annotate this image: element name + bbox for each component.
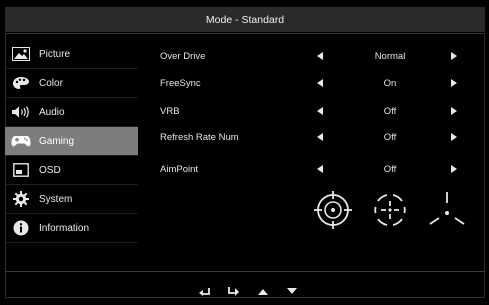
crosshair-tri-icon[interactable] — [427, 190, 467, 230]
down-arrow-icon[interactable] — [284, 283, 300, 299]
monitor-osd-menu: Mode - Standard Picture Color Audio Gami… — [0, 0, 489, 305]
crosshair-circle-icon[interactable] — [313, 190, 353, 230]
setting-value: Off — [383, 105, 397, 117]
setting-row-vrb[interactable]: VRB Off — [160, 98, 480, 124]
sidebar-item-audio[interactable]: Audio — [5, 98, 138, 127]
setting-row-over-drive[interactable]: Over Drive Normal — [160, 43, 480, 69]
sidebar-item-information[interactable]: Information — [5, 214, 138, 243]
setting-value: Off — [383, 131, 397, 143]
left-arrow-icon[interactable] — [315, 51, 325, 61]
speaker-icon — [11, 104, 31, 120]
sidebar-item-label: System — [39, 193, 73, 205]
right-arrow-icon[interactable] — [449, 164, 459, 174]
sidebar-item-label: Information — [39, 222, 90, 234]
sidebar-item-gaming[interactable]: Gaming — [5, 127, 138, 156]
navigation-bar — [196, 283, 306, 299]
crosshair-dashed-icon[interactable] — [370, 190, 410, 230]
setting-value: Normal — [374, 50, 406, 62]
enter-icon[interactable] — [226, 283, 242, 299]
info-icon — [11, 220, 31, 236]
aimpoint-options — [313, 190, 473, 232]
palette-icon — [11, 75, 31, 91]
right-arrow-icon[interactable] — [449, 51, 459, 61]
setting-row-aimpoint[interactable]: AimPoint Off — [160, 156, 480, 182]
sidebar-item-label: Audio — [39, 106, 65, 118]
sidebar-item-osd[interactable]: OSD — [5, 156, 138, 185]
left-arrow-icon[interactable] — [315, 78, 325, 88]
setting-label: VRB — [160, 105, 180, 117]
sidebar-item-label: Gaming — [39, 135, 75, 147]
sidebar: Picture Color Audio Gaming OSD System In… — [5, 40, 138, 243]
right-arrow-icon[interactable] — [449, 78, 459, 88]
back-icon[interactable] — [196, 283, 212, 299]
left-arrow-icon[interactable] — [315, 164, 325, 174]
gamepad-icon — [11, 133, 31, 149]
mode-title-bar: Mode - Standard — [5, 7, 485, 32]
setting-label: Over Drive — [160, 50, 206, 62]
setting-row-freesync[interactable]: FreeSync On — [160, 70, 480, 96]
sidebar-item-label: Picture — [39, 48, 71, 60]
sidebar-item-system[interactable]: System — [5, 185, 138, 214]
right-arrow-icon[interactable] — [449, 106, 459, 116]
sidebar-item-picture[interactable]: Picture — [5, 40, 138, 69]
setting-label: Refresh Rate Num — [160, 131, 239, 143]
left-arrow-icon[interactable] — [315, 132, 325, 142]
gear-icon — [11, 191, 31, 207]
setting-label: FreeSync — [160, 77, 201, 89]
setting-value: Off — [383, 163, 397, 175]
setting-row-refresh-rate-num[interactable]: Refresh Rate Num Off — [160, 124, 480, 150]
osd-icon — [11, 162, 31, 178]
sidebar-item-color[interactable]: Color — [5, 69, 138, 98]
sidebar-item-label: Color — [39, 77, 63, 89]
mode-title: Mode - Standard — [205, 13, 285, 26]
up-arrow-icon[interactable] — [255, 283, 271, 299]
sidebar-item-label: OSD — [39, 164, 61, 176]
footer-divider — [5, 271, 485, 272]
setting-value: On — [383, 77, 397, 89]
picture-icon — [11, 46, 31, 62]
setting-label: AimPoint — [160, 163, 199, 175]
left-arrow-icon[interactable] — [315, 106, 325, 116]
right-arrow-icon[interactable] — [449, 132, 459, 142]
